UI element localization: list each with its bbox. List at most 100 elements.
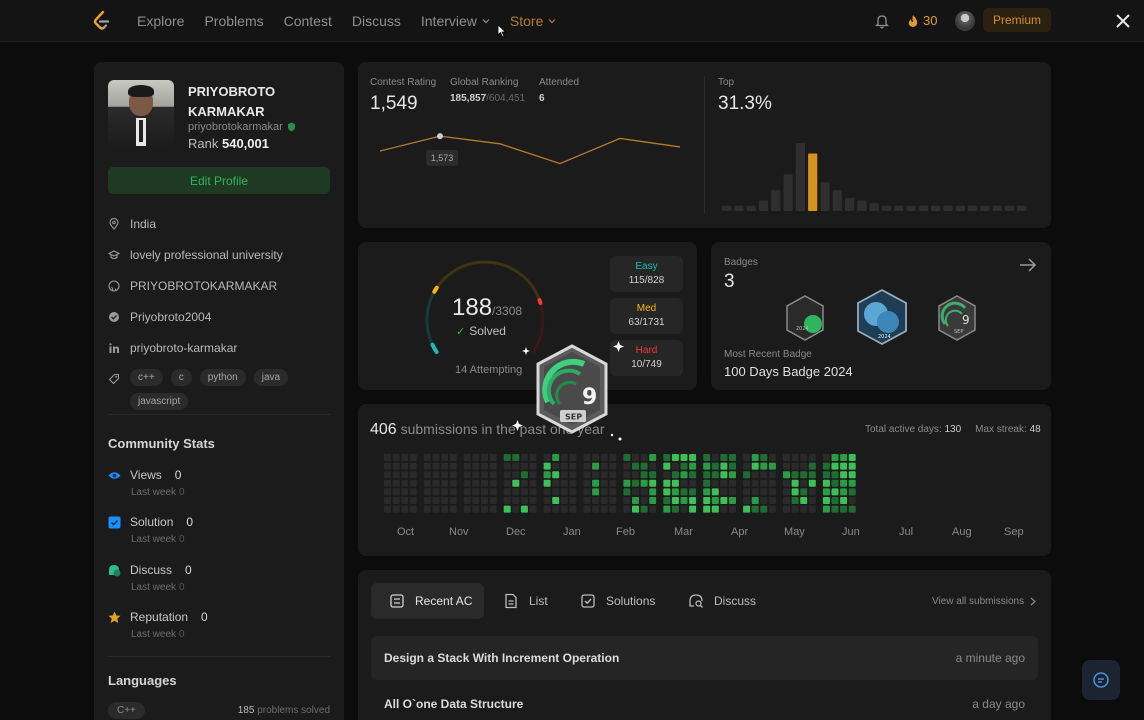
- heatmap-cell: [640, 471, 648, 479]
- streak-counter[interactable]: 30: [907, 13, 937, 28]
- stat-value: 0: [174, 468, 182, 482]
- heatmap-cell: [529, 479, 537, 487]
- skill-tag[interactable]: java: [253, 369, 289, 386]
- heatmap-cell: [543, 462, 551, 470]
- info-school-text: lovely professional university: [130, 247, 283, 262]
- tab-label: List: [529, 594, 548, 608]
- heatmap-cell: [449, 454, 457, 461]
- heatmap-cell: [520, 462, 528, 470]
- heatmap-cell: [401, 479, 409, 487]
- solved-total: /3308: [492, 304, 523, 318]
- skill-tag[interactable]: c: [170, 369, 192, 386]
- distribution-bar: [881, 205, 892, 211]
- heatmap-cell: [409, 454, 417, 461]
- skill-tag[interactable]: c++: [130, 369, 163, 386]
- edit-profile-button[interactable]: Edit Profile: [108, 167, 330, 194]
- leetcode-logo-icon[interactable]: [92, 10, 112, 32]
- heatmap-cell: [831, 488, 839, 496]
- divider: [108, 414, 330, 415]
- heatmap-cell: [583, 479, 591, 487]
- heatmap-cell: [711, 479, 719, 487]
- nav-explore[interactable]: Explore: [137, 13, 184, 29]
- tab-recent-ac[interactable]: Recent AC: [371, 583, 484, 619]
- heatmap-cell: [463, 497, 471, 504]
- heatmap-cell: [689, 462, 697, 470]
- heatmap-cell: [768, 454, 776, 461]
- info-leetcode[interactable]: Priyobroto2004: [108, 301, 332, 332]
- last-week-value: 0: [179, 629, 185, 640]
- tab-discuss[interactable]: Discuss: [688, 583, 756, 619]
- recent-badge-label: Most Recent Badge: [724, 349, 812, 360]
- month-label: Aug: [952, 526, 972, 538]
- nav-interview-label: Interview: [420, 13, 477, 29]
- easy-label: Easy: [635, 261, 658, 272]
- heatmap-cell: [449, 497, 457, 504]
- eye-icon: [108, 471, 121, 479]
- heatmap-cell: [609, 488, 617, 496]
- view-all-label: View all submissions: [932, 596, 1025, 607]
- profile-username-text: priyobrotokarmakar: [188, 121, 283, 133]
- heatmap-cell: [392, 505, 400, 513]
- heatmap-cell: [783, 505, 790, 513]
- tab-solutions[interactable]: Solutions: [580, 583, 655, 619]
- profile-name: PRIYOBROTO KARMAKAR: [188, 84, 276, 119]
- user-avatar[interactable]: [955, 11, 975, 31]
- heatmap-cell: [729, 488, 736, 496]
- heatmap-cell: [831, 471, 839, 479]
- heatmap-cell: [552, 497, 560, 504]
- info-github[interactable]: PRIYOBROTOKARMAKAR: [108, 270, 332, 301]
- submission-row[interactable]: Design a Stack With Increment Operation …: [371, 636, 1038, 680]
- language-tag[interactable]: C++: [108, 702, 145, 719]
- heatmap-cell: [808, 488, 816, 496]
- heatmap-cell: [384, 505, 391, 513]
- distribution-bar: [943, 205, 953, 211]
- profile-username: priyobrotokarmakar: [188, 121, 296, 133]
- heatmap-cell: [822, 454, 830, 461]
- heatmap-cell: [623, 479, 631, 487]
- arrow-right-icon[interactable]: [1019, 257, 1037, 273]
- avatar-tie: [139, 120, 143, 142]
- submission-row[interactable]: All O`one Data Structure a day ago: [371, 682, 1038, 720]
- heatmap-cell: [680, 497, 688, 504]
- heatmap-cell: [800, 497, 808, 504]
- close-icon[interactable]: [1113, 11, 1133, 31]
- last-week-value: 0: [179, 582, 185, 593]
- bell-icon[interactable]: [875, 13, 889, 29]
- badge-september-icon[interactable]: 9 SEP: [935, 294, 979, 342]
- premium-button[interactable]: Premium: [983, 8, 1051, 32]
- heatmap-cell: [822, 488, 830, 496]
- nav-interview[interactable]: Interview: [421, 13, 490, 29]
- heatmap-cell: [768, 471, 776, 479]
- nav-discuss[interactable]: Discuss: [352, 13, 401, 29]
- heatmap-cell: [760, 488, 768, 496]
- skill-tag[interactable]: javascript: [130, 393, 189, 410]
- avatar-hair: [128, 85, 154, 97]
- skill-tag[interactable]: python: [199, 369, 246, 386]
- heatmap-cell: [529, 505, 537, 513]
- heatmap-cell: [481, 488, 488, 496]
- submission-title: Design a Stack With Increment Operation: [384, 651, 620, 665]
- view-all-submissions-link[interactable]: View all submissions: [932, 596, 1036, 607]
- heatmap-cell: [592, 454, 600, 461]
- heatmap-cell: [840, 462, 848, 470]
- heatmap-cell: [423, 462, 431, 470]
- heatmap-cell: [520, 505, 528, 513]
- heatmap-cell: [481, 471, 488, 479]
- badge-50-days-icon[interactable]: 2024: [783, 294, 827, 342]
- tab-label: Discuss: [714, 594, 757, 608]
- chat-button[interactable]: [1082, 660, 1120, 700]
- heatmap-cell: [503, 471, 511, 479]
- nav-problems[interactable]: Problems: [204, 13, 263, 29]
- heatmap-cell: [441, 471, 449, 479]
- info-linkedin[interactable]: priyobroto-karmakar: [108, 332, 332, 363]
- heatmap-cell: [808, 479, 816, 487]
- nav-store[interactable]: Store: [510, 13, 556, 29]
- language-solved-count: 185: [237, 705, 255, 716]
- heatmap-cell: [463, 454, 471, 461]
- heatmap-cell: [720, 454, 728, 461]
- nav-contest[interactable]: Contest: [284, 13, 332, 29]
- nav-store-label: Store: [509, 13, 544, 29]
- tab-list[interactable]: List: [503, 583, 548, 619]
- badge-100-days-icon[interactable]: 2024: [854, 288, 910, 346]
- heatmap-cell: [760, 505, 768, 513]
